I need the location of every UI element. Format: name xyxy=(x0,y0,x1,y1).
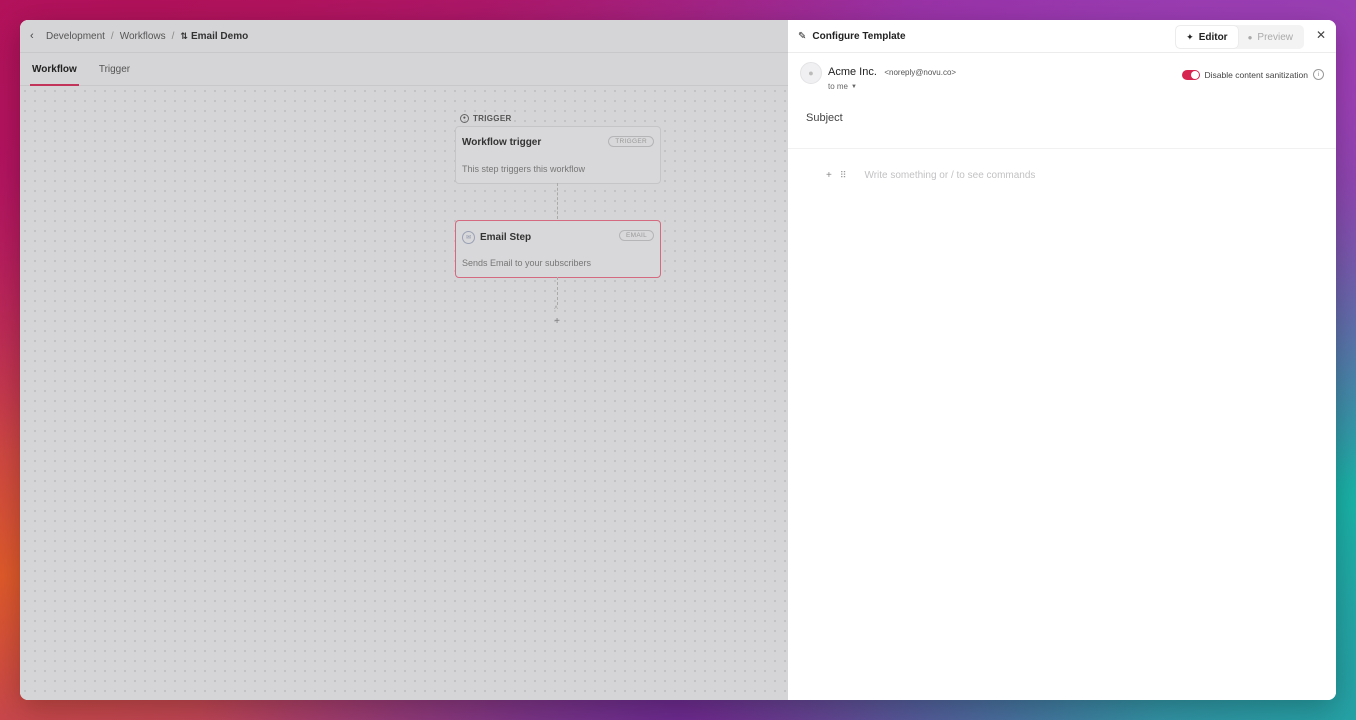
email-badge: EMAIL xyxy=(618,230,654,241)
bell-icon: ● xyxy=(1247,32,1253,42)
configure-template-panel: ✎ Configure Template ✦ Editor ● Preview … xyxy=(788,20,1336,700)
breadcrumb-current: ⇅ Email Demo xyxy=(180,31,248,42)
tab-bar: Workflow Trigger xyxy=(20,53,788,86)
workflow-icon: ⇅ xyxy=(180,30,188,41)
workflow-area: ‹ Development / Workflows / ⇅ Email Demo… xyxy=(20,20,788,700)
panel-title-text: Configure Template xyxy=(812,30,906,42)
email-step-node[interactable]: ✉ Email Step EMAIL Sends Email to your s… xyxy=(455,220,661,278)
info-icon[interactable]: i xyxy=(1313,69,1324,80)
editor-tab-label: Editor xyxy=(1198,31,1228,43)
sanitization-control: Disable content sanitization i xyxy=(1181,69,1324,80)
arrow-down-icon: ˄ xyxy=(554,305,559,312)
connector-line xyxy=(557,183,558,219)
add-step-button[interactable]: + xyxy=(552,316,562,327)
tab-workflow[interactable]: Workflow xyxy=(22,53,87,86)
trigger-section-text: TRIGGER xyxy=(473,114,512,123)
node-description: This step triggers this workflow xyxy=(462,164,586,174)
sanitization-toggle[interactable] xyxy=(1181,69,1200,80)
close-icon[interactable]: ✕ xyxy=(1316,28,1326,42)
breadcrumb-workflows[interactable]: Workflows xyxy=(120,31,166,42)
magic-wand-icon: ✦ xyxy=(1186,31,1194,42)
node-title: Workflow trigger xyxy=(462,137,542,148)
sender-name: Acme Inc. xyxy=(828,66,877,78)
preview-tab-label: Preview xyxy=(1257,31,1293,43)
add-block-icon[interactable]: + xyxy=(826,170,832,181)
breadcrumb-development[interactable]: Development xyxy=(46,31,105,42)
breadcrumb-current-label: Email Demo xyxy=(190,30,249,42)
workflow-trigger-node[interactable]: Workflow trigger TRIGGER This step trigg… xyxy=(455,126,661,184)
connector-line xyxy=(557,277,558,305)
pencil-icon: ✎ xyxy=(798,30,807,42)
node-title-row: ✉ Email Step xyxy=(462,231,531,244)
trigger-section-label: ● TRIGGER xyxy=(460,114,512,123)
editor-tab[interactable]: ✦ Editor xyxy=(1176,26,1238,48)
breadcrumb-separator: / xyxy=(171,30,175,42)
app-window: ‹ Development / Workflows / ⇅ Email Demo… xyxy=(20,20,1336,700)
breadcrumb: ‹ Development / Workflows / ⇅ Email Demo xyxy=(20,20,788,53)
sender-info: Acme Inc. <noreply@novu.co> to me ▼ xyxy=(828,62,956,91)
editor-preview-toggle: ✦ Editor ● Preview xyxy=(1175,25,1304,49)
to-me-label: to me xyxy=(828,82,849,91)
email-body-editor[interactable]: + ⠿ Write something or / to see commands xyxy=(826,170,1035,181)
subject-input[interactable]: Subject xyxy=(806,112,843,124)
preview-tab[interactable]: ● Preview xyxy=(1238,26,1303,48)
divider xyxy=(788,148,1336,149)
workflow-canvas[interactable] xyxy=(20,86,788,700)
mail-icon: ✉ xyxy=(462,231,475,244)
to-me-dropdown[interactable]: to me ▼ xyxy=(828,82,956,91)
panel-header: ✎ Configure Template ✦ Editor ● Preview … xyxy=(788,20,1336,53)
sender-email: <noreply@novu.co> xyxy=(884,68,957,77)
tab-trigger[interactable]: Trigger xyxy=(89,53,140,85)
body-placeholder: Write something or / to see commands xyxy=(864,170,1036,181)
avatar: ● xyxy=(800,62,822,84)
sanitization-label: Disable content sanitization xyxy=(1204,69,1308,80)
node-title: Email Step xyxy=(480,232,532,243)
panel-title: ✎ Configure Template xyxy=(798,31,906,42)
drag-handle-icon[interactable]: ⠿ xyxy=(840,170,847,181)
caret-down-icon: ▼ xyxy=(851,83,857,90)
chevron-left-icon[interactable]: ‹ xyxy=(30,30,42,42)
trigger-badge: TRIGGER xyxy=(608,136,654,147)
node-description: Sends Email to your subscribers xyxy=(462,258,592,268)
trigger-icon: ● xyxy=(460,114,469,123)
breadcrumb-separator: / xyxy=(110,30,114,42)
email-sender: ● Acme Inc. <noreply@novu.co> to me ▼ xyxy=(800,62,956,91)
